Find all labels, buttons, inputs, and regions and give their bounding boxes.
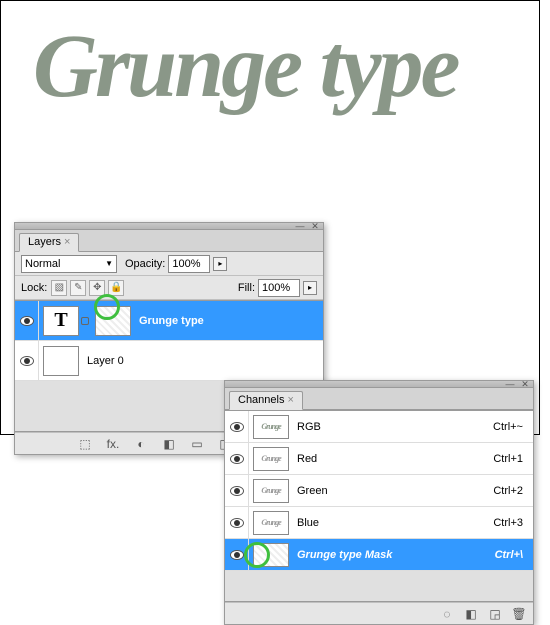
blend-mode-select[interactable]: Normal ▼ — [21, 255, 117, 273]
channel-name: Red — [297, 453, 317, 465]
channel-name: Blue — [297, 517, 319, 529]
visibility-toggle[interactable] — [15, 301, 39, 340]
channel-row-red[interactable]: Grunge Red Ctrl+1 — [225, 443, 533, 475]
eye-icon — [230, 454, 244, 464]
highlight-circle — [244, 542, 270, 568]
lock-label: Lock: — [21, 282, 47, 294]
panel-drag-handle[interactable]: — ✕ — [15, 223, 323, 230]
tab-layers[interactable]: Layers× — [19, 233, 79, 252]
channel-shortcut: Ctrl+3 — [493, 517, 523, 529]
visibility-toggle[interactable] — [225, 507, 249, 538]
mask-link-icon[interactable] — [81, 317, 89, 325]
blend-mode-value: Normal — [25, 258, 60, 270]
grunge-type-text: Grunge type — [33, 15, 457, 118]
layer-row-layer0[interactable]: Layer 0 — [15, 341, 323, 381]
channels-footer: ◌ ◧ ◲ 🗑 — [225, 602, 533, 624]
channels-list: Grunge RGB Ctrl+~ Grunge Red Ctrl+1 Grun… — [225, 410, 533, 602]
chevron-down-icon: ▼ — [105, 259, 113, 268]
channel-thumb: Grunge — [253, 447, 289, 471]
channel-shortcut: Ctrl+\ — [495, 549, 523, 561]
eye-icon — [230, 486, 244, 496]
eye-icon — [20, 316, 34, 326]
tab-close-icon[interactable]: × — [287, 394, 293, 406]
eye-icon — [230, 518, 244, 528]
blend-row: Normal ▼ Opacity: 100% ▸ — [15, 252, 323, 276]
tab-row: Channels× — [225, 388, 533, 410]
layer-name: Grunge type — [139, 315, 204, 327]
channel-thumb: Grunge — [253, 511, 289, 535]
tab-label: Layers — [28, 236, 61, 248]
layer-type-thumb[interactable]: T — [43, 306, 79, 336]
tab-label: Channels — [238, 394, 284, 406]
eye-icon — [230, 422, 244, 432]
lock-paint-icon[interactable]: ✎ — [70, 280, 86, 296]
channel-name: RGB — [297, 421, 321, 433]
fx-icon[interactable]: fx. — [105, 437, 121, 451]
eye-icon — [230, 550, 244, 560]
panel-drag-handle[interactable]: — ✕ — [225, 381, 533, 388]
channel-shortcut: Ctrl+2 — [493, 485, 523, 497]
visibility-toggle[interactable] — [225, 411, 249, 442]
opacity-flyout-icon[interactable]: ▸ — [213, 257, 227, 271]
tab-close-icon[interactable]: × — [64, 236, 70, 248]
channels-empty-area — [225, 571, 533, 601]
mask-icon[interactable]: ◐ — [133, 437, 149, 451]
channel-row-rgb[interactable]: Grunge RGB Ctrl+~ — [225, 411, 533, 443]
channel-name: Grunge type Mask — [297, 549, 392, 561]
channel-row-green[interactable]: Grunge Green Ctrl+2 — [225, 475, 533, 507]
layer-row-grunge-type[interactable]: T Grunge type — [15, 301, 323, 341]
channel-thumb: Grunge — [253, 415, 289, 439]
link-layers-icon[interactable]: ⬚ — [77, 437, 93, 451]
opacity-label: Opacity: — [125, 258, 165, 270]
lock-move-icon[interactable]: ✥ — [89, 280, 105, 296]
fill-flyout-icon[interactable]: ▸ — [303, 281, 317, 295]
visibility-toggle[interactable] — [225, 443, 249, 474]
lock-transparent-icon[interactable]: ▧ — [51, 280, 67, 296]
lock-all-icon[interactable]: 🔒 — [108, 280, 124, 296]
fill-input[interactable]: 100% — [258, 279, 300, 297]
layer-thumb[interactable] — [43, 346, 79, 376]
channels-panel: — ✕ Channels× Grunge RGB Ctrl+~ Grunge R… — [224, 380, 534, 625]
tab-row: Layers× — [15, 230, 323, 252]
channel-row-mask[interactable]: Grunge type Mask Ctrl+\ — [225, 539, 533, 571]
group-icon[interactable]: ▭ — [189, 437, 205, 451]
tab-channels[interactable]: Channels× — [229, 391, 303, 410]
type-glyph: T — [54, 309, 67, 332]
channel-shortcut: Ctrl+1 — [493, 453, 523, 465]
eye-icon — [20, 356, 34, 366]
channel-row-blue[interactable]: Grunge Blue Ctrl+3 — [225, 507, 533, 539]
visibility-toggle[interactable] — [15, 341, 39, 380]
visibility-toggle[interactable] — [225, 475, 249, 506]
adjustment-icon[interactable]: ◧ — [161, 437, 177, 451]
opacity-input[interactable]: 100% — [168, 255, 210, 273]
lock-row: Lock: ▧ ✎ ✥ 🔒 Fill: 100% ▸ — [15, 276, 323, 300]
highlight-circle — [94, 294, 120, 320]
channel-thumb: Grunge — [253, 479, 289, 503]
channel-shortcut: Ctrl+~ — [493, 421, 523, 433]
layer-name: Layer 0 — [87, 355, 124, 367]
channel-name: Green — [297, 485, 328, 497]
fill-label: Fill: — [238, 282, 255, 294]
